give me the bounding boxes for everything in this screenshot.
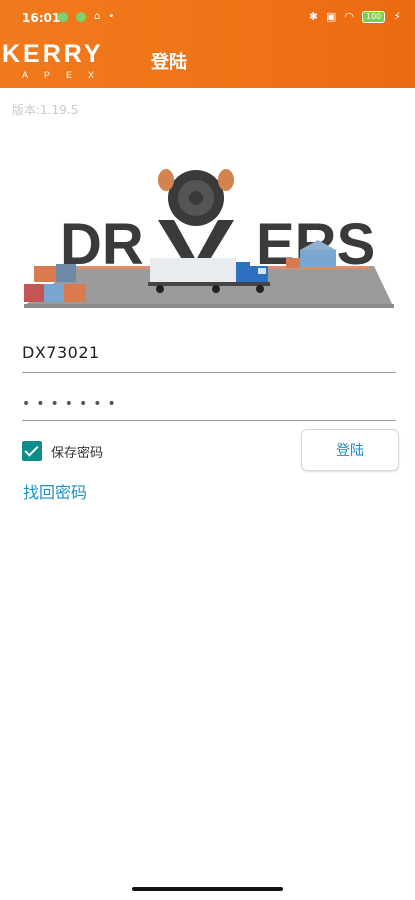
- status-time: 16:01: [22, 11, 61, 25]
- dot-icon: •: [108, 11, 115, 22]
- system-icons: ✱ ▣ ◠ 100 ⚡: [309, 10, 401, 23]
- remember-password-row[interactable]: 保存密码: [22, 441, 103, 461]
- remember-password-label: 保存密码: [51, 445, 104, 461]
- battery-icon: 100: [361, 10, 386, 23]
- logo-subtext: APEX: [22, 70, 110, 80]
- version-label: 版本:1.19.5: [12, 103, 79, 117]
- notification-icon: [58, 12, 68, 22]
- sim-icon: ▣: [325, 10, 337, 23]
- notification-icons: ⌂ •: [58, 11, 114, 23]
- password-field[interactable]: •••••••: [22, 393, 396, 421]
- drivers-illustration: DR ERS: [24, 169, 394, 308]
- wifi-icon: ◠: [344, 10, 354, 23]
- password-value: •••••••: [22, 396, 122, 412]
- charging-icon: ⚡: [393, 10, 401, 23]
- forgot-password-link[interactable]: 找回密码: [23, 479, 87, 503]
- status-bar: 16:01 ⌂ • ✱ ▣ ◠ 100 ⚡: [0, 0, 415, 34]
- username-field[interactable]: DX73021: [22, 343, 396, 373]
- remember-password-checkbox[interactable]: [22, 441, 42, 461]
- app-notification-icon: ⌂: [94, 11, 101, 22]
- username-value: DX73021: [22, 343, 100, 362]
- login-button[interactable]: 登陆: [301, 429, 399, 471]
- notification-icon: [76, 12, 86, 22]
- bluetooth-icon: ✱: [308, 10, 318, 23]
- kerry-apex-logo: KERRY APEX: [2, 40, 110, 80]
- logo-text: KERRY: [2, 40, 104, 68]
- app-header: 16:01 ⌂ • ✱ ▣ ◠ 100 ⚡ KERRY APEX 登陆: [0, 0, 415, 88]
- home-indicator[interactable]: [132, 887, 283, 891]
- page-title: 登陆: [151, 52, 187, 73]
